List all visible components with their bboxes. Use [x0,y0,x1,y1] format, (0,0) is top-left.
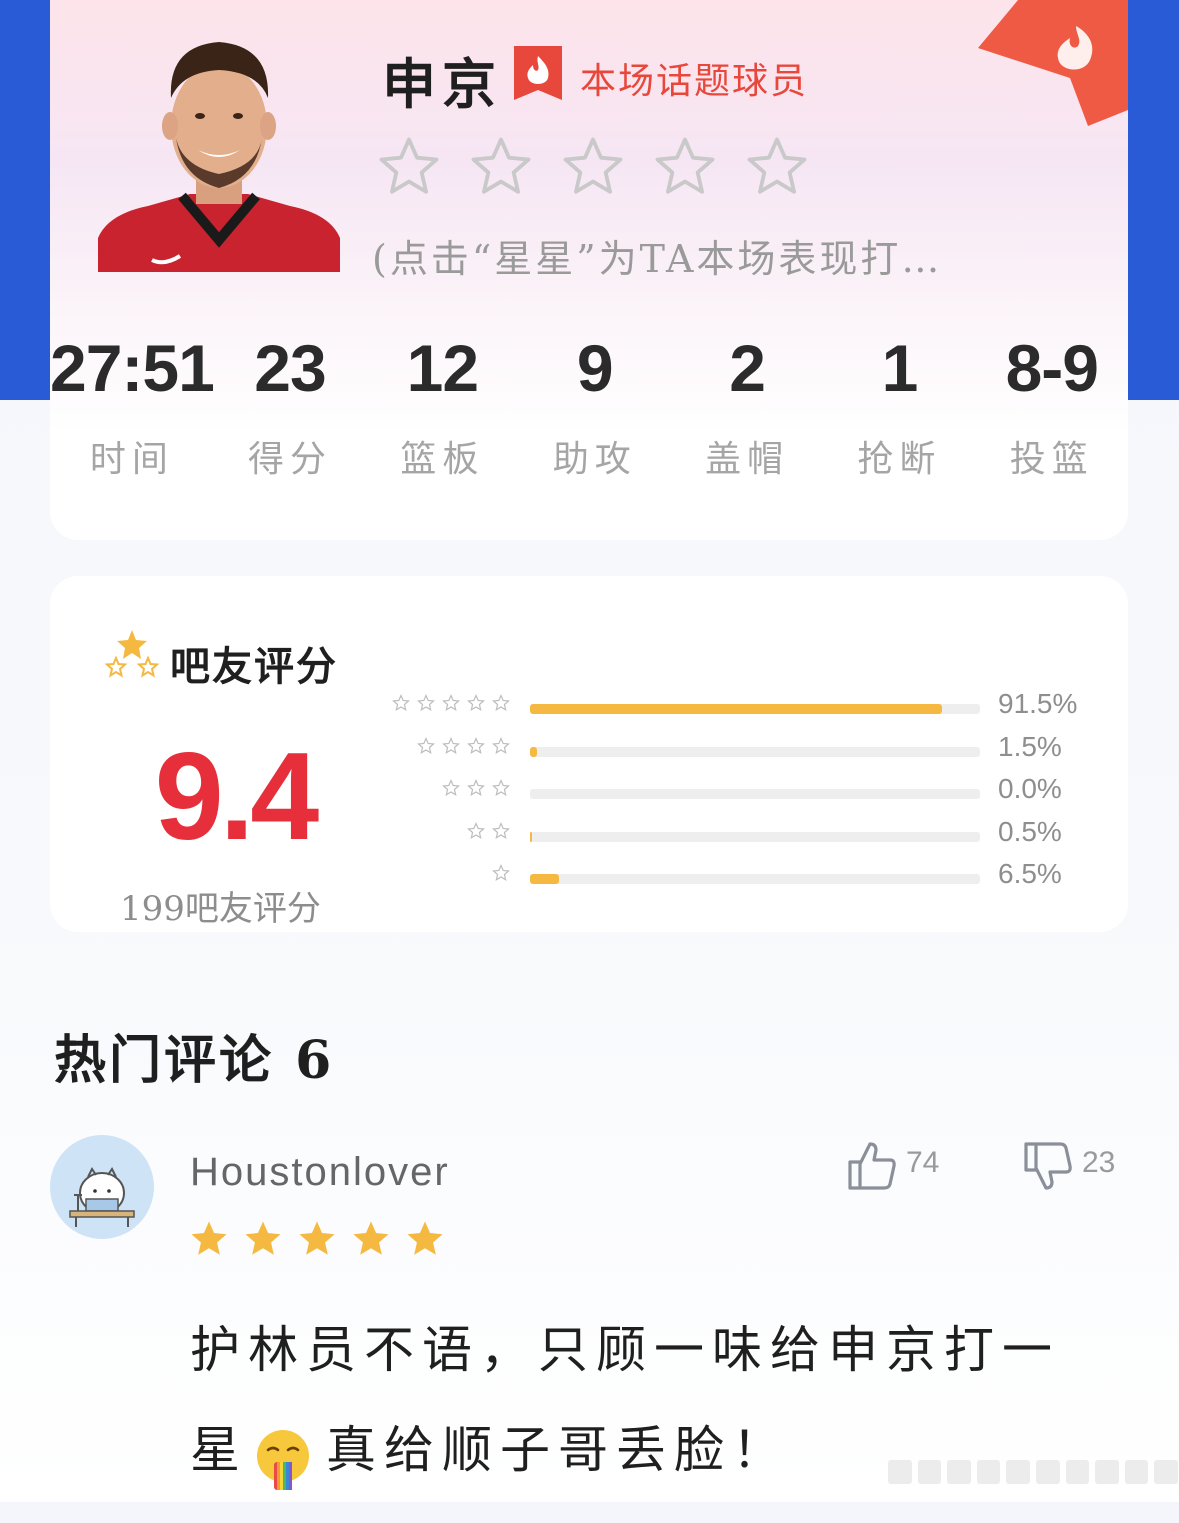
stat-steals: 1 抢断 [823,330,975,482]
hot-comments-title: 热门评论 6 [54,1030,335,1091]
fan-rating-score: 9.4 [154,728,319,866]
comment-text-part2: 真给顺子哥丢脸！ [326,1421,790,1479]
rate-stars [376,134,810,200]
star-outline-icon [417,694,435,711]
rate-star-5-icon[interactable] [744,134,810,200]
nauseated-rainbow-face-icon [252,1423,314,1490]
star-filled-icon [299,1221,335,1255]
hot-badge-icon [978,0,1128,130]
rate-star-4-icon[interactable] [652,134,718,200]
stat-blocks: 2 盖帽 [671,330,823,482]
rating-bar-percent: 0.5% [998,815,1062,847]
dislike-button[interactable]: 23 [1022,1140,1115,1192]
rating-bar-track [530,831,980,842]
like-button[interactable]: 74 [846,1140,939,1192]
rate-star-3-icon[interactable] [560,134,626,200]
stat-label: 投篮 [1009,439,1094,480]
rating-row-5-star: 91.5% [370,688,1090,728]
stat-label: 盖帽 [705,439,790,480]
star-outline-icon [492,736,510,754]
avatar[interactable] [50,1135,154,1239]
rating-row-1-star: 6.5% [370,858,1090,898]
stat-value: 9 [576,331,614,405]
stat-assists: 9 助攻 [519,330,671,482]
stats-row: 27:51 时间 23 得分 12 篮板 9 助攻 2 盖帽 1 抢断 8-9 … [50,330,1128,482]
thumbs-up-icon [848,1142,896,1190]
rating-bar-percent: 0.0% [998,773,1062,804]
rating-row-stars [492,864,510,882]
stat-rebounds: 12 篮板 [366,330,518,482]
rating-bar-percent: 6.5% [998,858,1062,889]
star-filled-icon [191,1221,227,1255]
star-outline-icon [417,736,435,754]
star-outline-icon [492,821,510,839]
rating-row-4-star: 1.5% [370,731,1090,771]
player-name: 申京 [382,52,502,116]
player-card: 申京 本场话题球员 (点击“星星”为TA本场表现打… 27:51 时间 23 得… [50,0,1128,540]
rate-star-2-icon[interactable] [468,134,534,200]
stat-value: 27:51 [50,331,215,405]
stat-label: 篮板 [400,439,485,480]
stat-value: 2 [729,331,766,405]
stat-value: 8-9 [1005,331,1099,405]
topic-player-label: 本场话题球员 [580,61,809,102]
star-outline-icon [392,694,410,711]
comment-username[interactable]: Houstonlover [190,1150,450,1195]
fan-rating-count: 199吧友评分 [120,889,321,929]
rating-bar-track [530,874,980,884]
thumbs-down-icon [1024,1142,1072,1190]
stat-points: 23 得分 [214,330,366,482]
rating-bar-track [530,746,980,757]
player-photo[interactable] [98,28,340,272]
star-outline-icon [467,779,485,796]
star-outline-icon [467,821,485,839]
rate-star-1-icon[interactable] [376,134,442,200]
comment-rating-stars [188,1218,446,1260]
rating-bar-fill [530,746,537,757]
star-outline-icon [492,779,510,796]
star-outline-icon [492,694,510,711]
rating-bar-fill [530,831,532,842]
like-count: 74 [906,1146,940,1179]
stat-value: 12 [406,331,479,405]
rate-hint: (点击“星星”为TA本场表现打… [372,237,943,281]
rating-bar-fill [530,874,559,884]
flame-badge-icon [512,46,564,100]
fan-rating-card: 吧友评分 9.4 199吧友评分 91.5% 1.5% 0.0% 0.5% 6.5% [50,576,1128,932]
rating-bar-track [530,789,980,799]
stat-label: 助攻 [552,439,637,480]
star-outline-icon [442,736,460,754]
stat-label: 抢断 [857,439,942,480]
stat-value: 23 [254,331,326,405]
star-filled-icon [407,1221,443,1255]
rating-row-stars [392,694,510,712]
star-outline-icon [442,694,460,711]
star-filled-icon [245,1221,281,1255]
rating-row-stars [417,736,510,755]
star-outline-icon [442,779,460,796]
stat-minutes: 27:51 时间 [50,330,215,482]
stat-label: 得分 [247,439,332,480]
rating-row-3-star: 0.0% [370,773,1090,813]
stat-label: 时间 [89,439,174,480]
star-outline-icon [467,736,485,754]
stars-icon [104,628,160,682]
watermark [888,1460,1178,1484]
rating-bar-percent: 1.5% [998,730,1062,762]
rating-row-2-star: 0.5% [370,816,1090,856]
stat-field-goals: 8-9 投篮 [976,330,1128,482]
star-outline-icon [467,694,485,711]
star-outline-icon [492,864,510,881]
rating-row-stars [467,821,510,840]
stat-value: 1 [881,331,919,405]
star-filled-icon [353,1221,389,1255]
rating-bar-track [530,704,980,714]
rating-bar-fill [530,704,942,714]
rating-bar-percent: 91.5% [998,688,1078,719]
fan-rating-title: 吧友评分 [170,643,338,690]
rating-row-stars [442,779,510,797]
dislike-count: 23 [1082,1146,1116,1179]
